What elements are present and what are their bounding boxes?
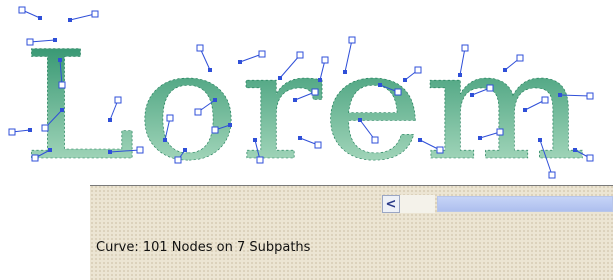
horizontal-scrollbar[interactable]: < (382, 195, 613, 213)
divider (90, 185, 613, 186)
scroll-left-button[interactable]: < (382, 195, 400, 213)
window-chrome: < Curve: 101 Nodes on 7 Subpaths (90, 185, 613, 280)
drawing-canvas[interactable]: Lorem (0, 0, 613, 190)
lorem-artwork-text[interactable]: Lorem (22, 20, 588, 190)
status-bar-text: Curve: 101 Nodes on 7 Subpaths (96, 240, 311, 255)
scroll-thumb[interactable] (437, 196, 613, 212)
chevron-left-icon: < (385, 196, 397, 212)
scroll-track[interactable] (400, 195, 435, 213)
